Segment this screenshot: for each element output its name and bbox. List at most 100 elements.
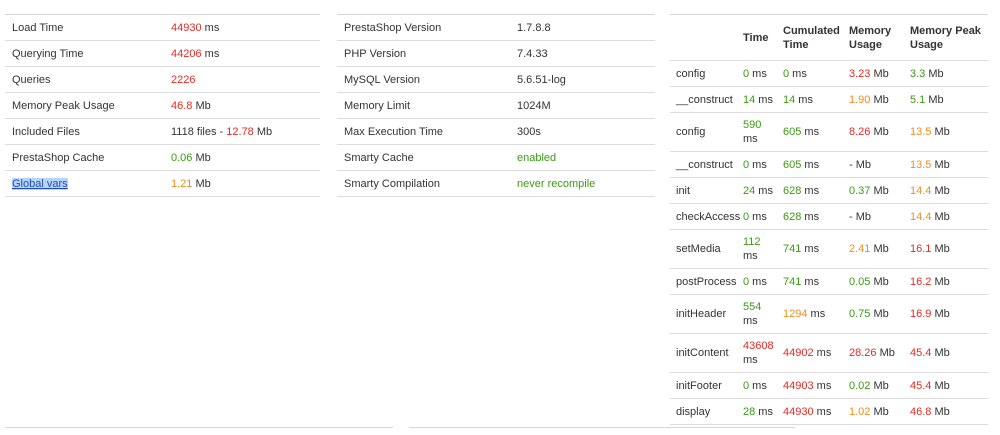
config-label: MySQL Version [344, 73, 421, 86]
profiler-unit: ms [755, 93, 773, 106]
profiler-time-cell: 14 ms [737, 86, 777, 113]
profiler-row: config 0 ms 0 ms 3.23 Mb 3.3 Mb [670, 60, 988, 87]
config-label: PHP Version [344, 47, 407, 60]
profiler-unit: ms [749, 210, 767, 223]
config-value: 300s [517, 125, 541, 138]
profiler-cum-value: 605 [783, 126, 802, 138]
profiler-cum-cell: 741 ms [777, 268, 843, 295]
profiler-row: __construct 14 ms 14 ms 1.90 Mb 5.1 Mb [670, 86, 988, 113]
summary-row: Memory Peak Usage 46.8 Mb [5, 92, 320, 119]
profiler-unit: ms [807, 308, 826, 320]
profiler-row: config 590 ms 605 ms 8.26 Mb 13.5 Mb [670, 112, 988, 152]
profiler-peak-value: 46.8 [910, 405, 932, 418]
profiler-step: display [676, 405, 711, 418]
profiler-time-cell: 590 ms [737, 112, 777, 152]
summary-row: Querying Time 44206 ms [5, 40, 320, 67]
profiler-time-value: 43608 [743, 340, 774, 352]
summary-label-cell: Load Time [5, 15, 164, 41]
profiler-cum-cell: 628 ms [777, 177, 843, 204]
profiler-cum-value: 1294 [783, 308, 808, 320]
profiler-unit: Mb [870, 379, 889, 392]
profiler-peak-value: 45.4 [910, 347, 932, 359]
profiler-mem-cell: 1.90 Mb [843, 86, 904, 113]
profiler-mem-cell: - Mb [843, 151, 904, 178]
profiler-cum-value: 14 [783, 93, 796, 106]
profiler-step: initFooter [676, 379, 722, 392]
profiler-unit: ms [743, 250, 758, 262]
profiler-peak-value: 13.5 [910, 126, 932, 138]
profiler-step-cell: initFooter [670, 372, 737, 399]
profiler-cum-value: 44903 [783, 379, 814, 392]
profiler-step: checkAccess [676, 210, 741, 223]
profiler-row: initFooter 0 ms 44903 ms 0.02 Mb 45.4 Mb [670, 372, 988, 399]
summary-row: PrestaShop Cache 0.06 Mb [5, 144, 320, 171]
summary-panel: Load Time 44930 ms Querying Time 44206 ms Qu… [5, 14, 320, 197]
profiler-step-cell: config [670, 60, 737, 87]
profiler-mem-value: 28.26 [849, 347, 877, 359]
profiler-step-cell: display [670, 398, 737, 425]
config-label-cell: PHP Version [337, 40, 510, 67]
config-value: 7.4.33 [517, 47, 548, 60]
profiler-peak-value: 16.1 [910, 243, 932, 255]
profiler-peak-value: 16.2 [910, 275, 932, 288]
profiler-peak-cell: 14.4 Mb [904, 203, 988, 230]
summary-value-part: 1118 files - [171, 125, 227, 138]
profiler-cum-value: 44930 [783, 405, 814, 418]
profiler-unit: Mb [925, 93, 944, 106]
summary-value-part: 1.21 [171, 177, 193, 190]
profiler-unit: Mb [931, 379, 950, 392]
profiler-unit: ms [801, 158, 820, 171]
profiler-unit: Mb [870, 308, 889, 320]
summary-label-cell: Queries [5, 66, 164, 93]
config-value: 5.6.51-log [517, 73, 566, 86]
profiler-step: postProcess [676, 275, 737, 288]
profiler-row: display 28 ms 44930 ms 1.02 Mb 46.8 Mb [670, 398, 988, 425]
profiler-header-cell: Cumulated Time [777, 15, 843, 61]
profiler-peak-cell: 45.4 Mb [904, 372, 988, 399]
profiler-mem-cell: 1.02 Mb [843, 398, 904, 425]
profiler-mem-value: 0.02 [849, 379, 871, 392]
config-bottom-divider [409, 427, 795, 428]
summary-value-part: Mb [192, 177, 211, 190]
profiler-step: initContent [676, 347, 729, 359]
profiler-unit: ms [743, 133, 758, 145]
summary-value-part: 44930 [171, 21, 202, 34]
profiler-cum-value: 605 [783, 158, 802, 171]
profiler-mem-value: 1.02 [849, 405, 871, 418]
profiler-time-cell: 24 ms [737, 177, 777, 204]
summary-value-cell: 46.8 Mb [164, 92, 320, 119]
config-label: Memory Limit [344, 99, 411, 112]
summary-value-part: Mb [192, 99, 211, 112]
summary-label-cell: PrestaShop Cache [5, 144, 164, 171]
profiler-peak-cell: 45.4 Mb [904, 333, 988, 373]
profiler-cum-cell: 14 ms [777, 86, 843, 113]
profiler-step-cell: __construct [670, 86, 737, 113]
config-label: Max Execution Time [344, 125, 444, 138]
profiler-unit: Mb [925, 67, 944, 80]
profiler-step-cell: postProcess [670, 268, 737, 295]
summary-value-cell: 44206 ms [164, 40, 320, 67]
profiler-time-cell: 112 ms [737, 229, 777, 269]
profiler-row: postProcess 0 ms 741 ms 0.05 Mb 16.2 Mb [670, 268, 988, 295]
profiler-unit: Mb [931, 308, 950, 320]
profiler-peak-cell: 3.3 Mb [904, 60, 988, 87]
global-vars-link[interactable]: Global vars [12, 177, 68, 190]
profiler-time-value: 14 [743, 93, 756, 106]
profiler-mem-value: 0.05 [849, 275, 871, 288]
profiler-unit: ms [743, 315, 758, 327]
profiler-cum-cell: 44930 ms [777, 398, 843, 425]
config-row: PHP Version 7.4.33 [337, 40, 655, 67]
config-row: PrestaShop Version 1.7.8.8 [337, 15, 655, 41]
summary-value-part: 2226 [171, 73, 196, 86]
summary-value-part: ms [201, 21, 220, 34]
profiler-unit: ms [801, 243, 820, 255]
profiler-row: setMedia 112 ms 741 ms 2.41 Mb 16.1 Mb [670, 229, 988, 269]
profiler-unit: ms [801, 210, 820, 223]
profiler-unit: ms [801, 184, 820, 197]
profiler-cum-value: 628 [783, 210, 802, 223]
profiler-peak-value: 3.3 [910, 67, 926, 80]
summary-row: Queries 2226 [5, 66, 320, 93]
profiler-mem-cell: 0.75 Mb [843, 294, 904, 334]
profiler-mem-value: 1.90 [849, 93, 871, 106]
profiler-mem-value: 8.26 [849, 126, 871, 138]
